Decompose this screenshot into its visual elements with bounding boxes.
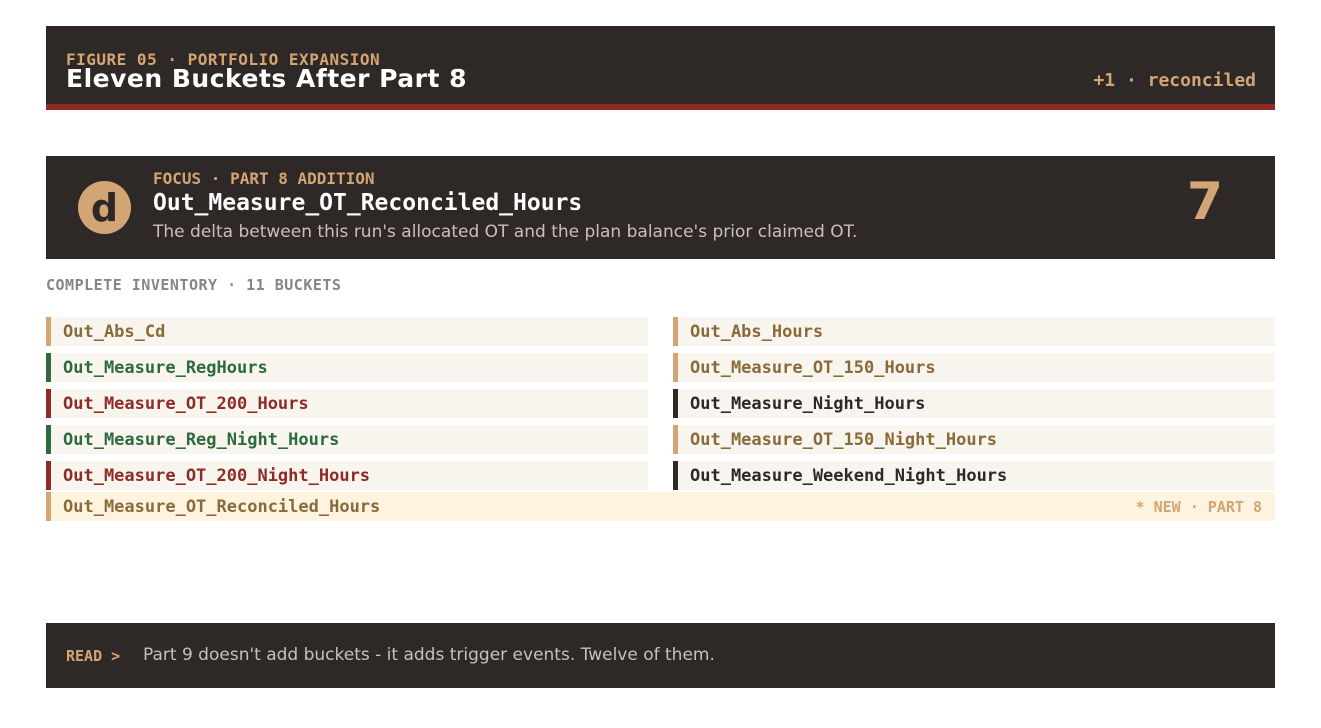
bucket-label: Out_Measure_OT_150_Night_Hours	[690, 429, 998, 450]
read-next-footer: READ > Part 9 doesn't add buckets - it a…	[46, 623, 1275, 688]
focus-badge: d	[78, 181, 131, 234]
focus-bucket-name: Out_Measure_OT_Reconciled_Hours	[153, 190, 583, 216]
bucket-item: Out_Measure_OT_200_Hours	[46, 389, 648, 418]
focus-description: The delta between this run's allocated O…	[153, 222, 858, 242]
bucket-item: Out_Measure_OT_150_Night_Hours	[673, 425, 1275, 454]
bucket-label: Out_Measure_OT_150_Hours	[690, 357, 936, 378]
bucket-label: Out_Measure_Weekend_Night_Hours	[690, 465, 1008, 486]
bucket-label: Out_Measure_RegHours	[63, 357, 268, 378]
header-accent-stripe	[46, 104, 1275, 110]
bucket-item: Out_Abs_Hours	[673, 317, 1275, 346]
inventory-title: COMPLETE INVENTORY · 11 BUCKETS	[46, 276, 342, 294]
bucket-label: Out_Measure_OT_200_Night_Hours	[63, 465, 371, 486]
read-next-text: Part 9 doesn't add buckets - it adds tri…	[143, 645, 715, 665]
new-bucket-label: Out_Measure_OT_Reconciled_Hours	[63, 496, 381, 517]
new-bucket-item: Out_Measure_OT_Reconciled_Hours * NEW · …	[46, 492, 1275, 521]
read-next-label: READ >	[66, 647, 121, 665]
focus-number: 7	[1186, 172, 1223, 232]
bucket-label: Out_Measure_Night_Hours	[690, 393, 926, 414]
focus-kicker: FOCUS · PART 8 ADDITION	[153, 169, 375, 188]
bucket-label: Out_Measure_OT_200_Hours	[63, 393, 309, 414]
figure-title: Eleven Buckets After Part 8	[66, 64, 468, 93]
status-label: +1 · reconciled	[1093, 70, 1256, 91]
bucket-label: Out_Abs_Cd	[63, 321, 166, 342]
bucket-item: Out_Measure_Weekend_Night_Hours	[673, 461, 1275, 490]
bucket-grid: Out_Abs_Cd Out_Abs_Hours Out_Measure_Reg…	[46, 317, 1275, 490]
figure-header: FIGURE 05 · PORTFOLIO EXPANSION Eleven B…	[46, 26, 1275, 110]
bucket-item: Out_Measure_OT_150_Hours	[673, 353, 1275, 382]
focus-card: d FOCUS · PART 8 ADDITION Out_Measure_OT…	[46, 156, 1275, 259]
bucket-item: Out_Measure_OT_200_Night_Hours	[46, 461, 648, 490]
bucket-item: Out_Measure_RegHours	[46, 353, 648, 382]
new-badge: * NEW · PART 8	[1135, 498, 1262, 516]
bucket-item: Out_Measure_Reg_Night_Hours	[46, 425, 648, 454]
bucket-item: Out_Measure_Night_Hours	[673, 389, 1275, 418]
bucket-label: Out_Measure_Reg_Night_Hours	[63, 429, 340, 450]
bucket-item: Out_Abs_Cd	[46, 317, 648, 346]
bucket-label: Out_Abs_Hours	[690, 321, 824, 342]
